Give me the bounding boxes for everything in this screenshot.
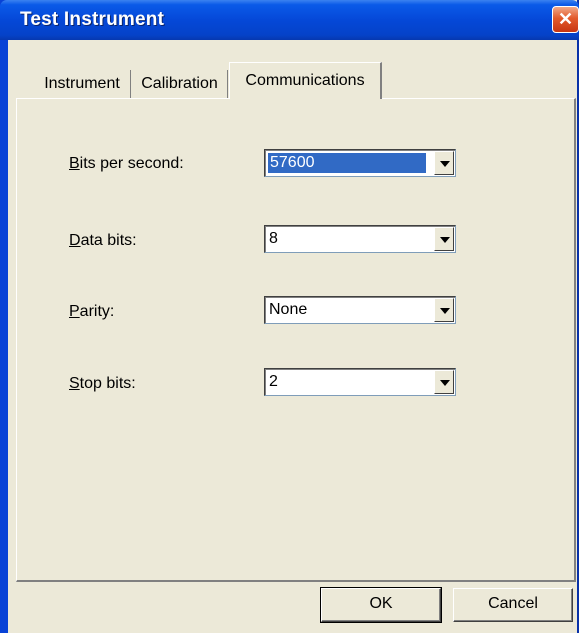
tab-panel-communications: Bits per second: 57600 Data bits: 8 Pari…: [16, 98, 576, 582]
tab-instrument[interactable]: Instrument: [34, 70, 131, 98]
tab-communications[interactable]: Communications: [229, 62, 382, 99]
dialog-window: Test Instrument ✕ Instrument Calibration…: [0, 0, 579, 633]
tab-label: Communications: [245, 72, 365, 89]
stop-bits-label: Stop bits:: [69, 375, 136, 392]
ok-button[interactable]: OK: [320, 587, 442, 623]
chevron-down-icon[interactable]: [434, 151, 454, 175]
parity-label: Parity:: [69, 303, 115, 320]
chevron-down-icon[interactable]: [434, 298, 454, 322]
bits-per-second-value: 57600: [268, 153, 426, 173]
tab-label: Instrument: [44, 75, 120, 92]
bits-per-second-select[interactable]: 57600: [264, 149, 456, 177]
parity-value: None: [269, 301, 308, 318]
title-bar[interactable]: Test Instrument ✕: [0, 0, 579, 40]
tab-label: Calibration: [141, 75, 218, 92]
stop-bits-value: 2: [269, 373, 278, 390]
data-bits-select[interactable]: 8: [264, 225, 456, 253]
close-icon: ✕: [557, 9, 574, 29]
parity-select[interactable]: None: [264, 296, 456, 324]
tab-calibration[interactable]: Calibration: [132, 70, 228, 98]
stop-bits-select[interactable]: 2: [264, 368, 456, 396]
bits-per-second-label: Bits per second:: [69, 155, 184, 172]
data-bits-value: 8: [269, 230, 278, 247]
chevron-down-icon[interactable]: [434, 370, 454, 394]
chevron-down-icon[interactable]: [434, 227, 454, 251]
data-bits-label: Data bits:: [69, 232, 137, 249]
window-title: Test Instrument: [20, 9, 165, 30]
close-button[interactable]: ✕: [552, 6, 579, 33]
cancel-button[interactable]: Cancel: [453, 588, 573, 622]
